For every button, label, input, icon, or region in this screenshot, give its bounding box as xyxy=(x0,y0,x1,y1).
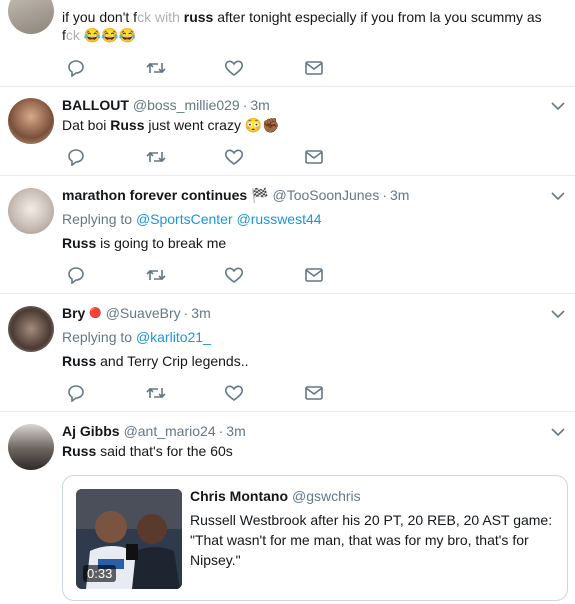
replying-to: Replying to @karlito21_ xyxy=(62,329,211,345)
like-icon[interactable] xyxy=(224,384,244,402)
handle[interactable]: @boss_millie029 xyxy=(133,97,240,113)
timestamp[interactable]: 3m xyxy=(390,187,409,203)
handle[interactable]: @ant_mario24 xyxy=(124,423,216,439)
video-thumbnail[interactable]: 0:33 xyxy=(76,489,182,589)
tweet-5[interactable]: Aj Gibbs @ant_mario24 · 3m Russ said that's… xyxy=(0,412,575,604)
avatar[interactable] xyxy=(8,424,54,470)
tweet-3[interactable]: marathon forever continues 🏁 @TooSoonJune… xyxy=(0,176,575,294)
chevron-down-icon[interactable] xyxy=(551,309,565,319)
emoji: 😂 xyxy=(83,27,102,43)
message-icon[interactable] xyxy=(304,266,324,284)
retweet-icon[interactable] xyxy=(146,59,166,77)
tweet-feed: if you don't fck with russ after tonight… xyxy=(0,0,575,604)
avatar[interactable] xyxy=(8,188,54,234)
reply-mention-link[interactable]: @karlito21_ xyxy=(136,329,211,345)
handle[interactable]: @SuaveBry xyxy=(106,305,181,321)
reply-icon[interactable] xyxy=(66,148,86,166)
checkered-flag-icon: 🏁 xyxy=(251,187,269,203)
avatar[interactable] xyxy=(8,306,54,352)
tweet-2[interactable]: BALLOUT @boss_millie029 · 3m Dat boi Russ j… xyxy=(0,87,575,176)
chevron-down-icon[interactable] xyxy=(551,101,565,111)
reply-icon[interactable] xyxy=(66,384,86,402)
display-name[interactable]: marathon forever continues xyxy=(62,187,247,203)
tweet-4[interactable]: Bry 🔴 @SuaveBry · 3m Replying to @karlito21… xyxy=(0,294,575,412)
tweet-header: marathon forever continues 🏁 @TooSoonJune… xyxy=(62,187,409,204)
separator: · xyxy=(183,305,189,321)
separator: · xyxy=(242,97,248,113)
tweet-text: Dat boi Russ just went crazy 😳✊🏾 xyxy=(62,117,280,133)
retweet-icon[interactable] xyxy=(146,266,166,284)
quoted-tweet-card[interactable]: 0:33 Chris Montano @gswchris Russell West… xyxy=(62,475,568,601)
reply-icon[interactable] xyxy=(66,59,86,77)
emoji: 😂 xyxy=(118,27,137,43)
message-icon[interactable] xyxy=(304,384,324,402)
quoted-tweet-text: Russell Westbrook after his 20 PT, 20 RE… xyxy=(190,512,553,568)
like-icon[interactable] xyxy=(224,266,244,284)
emoji: 😂 xyxy=(101,27,119,43)
quoted-handle[interactable]: @gswchris xyxy=(292,488,361,504)
tweet-text: Russ is going to break me xyxy=(62,235,227,251)
timestamp[interactable]: 3m xyxy=(191,305,210,321)
chevron-down-icon[interactable] xyxy=(551,191,565,201)
avatar[interactable] xyxy=(8,98,54,144)
tweet-actions xyxy=(62,266,342,284)
retweet-icon[interactable] xyxy=(146,148,166,166)
red-circle-icon: 🔴 xyxy=(89,308,102,319)
tweet-text: Russ said that's for the 60s xyxy=(62,443,233,459)
tweet-text: Russ and Terry Crip legends.. xyxy=(62,353,249,369)
like-icon[interactable] xyxy=(224,59,244,77)
tweet-text: if you don't fck with russ after tonight… xyxy=(62,9,542,25)
retweet-icon[interactable] xyxy=(146,384,166,402)
message-icon[interactable] xyxy=(304,59,324,77)
timestamp[interactable]: 3m xyxy=(226,423,245,439)
tweet-text-line2: fck 😂😂😂 xyxy=(62,27,137,43)
tweet-header: BALLOUT @boss_millie029 · 3m xyxy=(62,97,270,113)
quoted-display-name[interactable]: Chris Montano xyxy=(190,488,288,504)
separator: · xyxy=(382,187,387,203)
timestamp[interactable]: 3m xyxy=(250,97,269,113)
avatar[interactable] xyxy=(8,0,54,34)
tweet-actions xyxy=(62,148,342,166)
message-icon[interactable] xyxy=(304,148,324,166)
display-name[interactable]: BALLOUT xyxy=(62,97,129,113)
tweet-header: Aj Gibbs @ant_mario24 · 3m xyxy=(62,423,246,439)
display-name[interactable]: Aj Gibbs xyxy=(62,423,120,439)
like-icon[interactable] xyxy=(224,148,244,166)
emoji: 😳 xyxy=(244,117,263,133)
tweet-actions xyxy=(62,384,342,402)
replying-to: Replying to @SportsCenter @russwest44 xyxy=(62,211,322,227)
video-duration: 0:33 xyxy=(83,565,117,582)
chevron-down-icon[interactable] xyxy=(551,427,565,437)
reply-mention-link[interactable]: @russwest44 xyxy=(237,211,322,227)
reply-mention-link[interactable]: @SportsCenter xyxy=(136,211,233,227)
quoted-tweet-header: Chris Montano @gswchris xyxy=(190,488,361,504)
tweet-1[interactable]: if you don't fck with russ after tonight… xyxy=(0,0,575,87)
tweet-header: Bry 🔴 @SuaveBry · 3m xyxy=(62,305,211,321)
reply-icon[interactable] xyxy=(66,266,86,284)
handle[interactable]: @TooSoonJunes xyxy=(272,187,379,203)
emoji: ✊🏾 xyxy=(262,117,280,133)
tweet-actions xyxy=(62,59,342,77)
separator: · xyxy=(218,423,224,439)
display-name[interactable]: Bry xyxy=(62,305,85,321)
